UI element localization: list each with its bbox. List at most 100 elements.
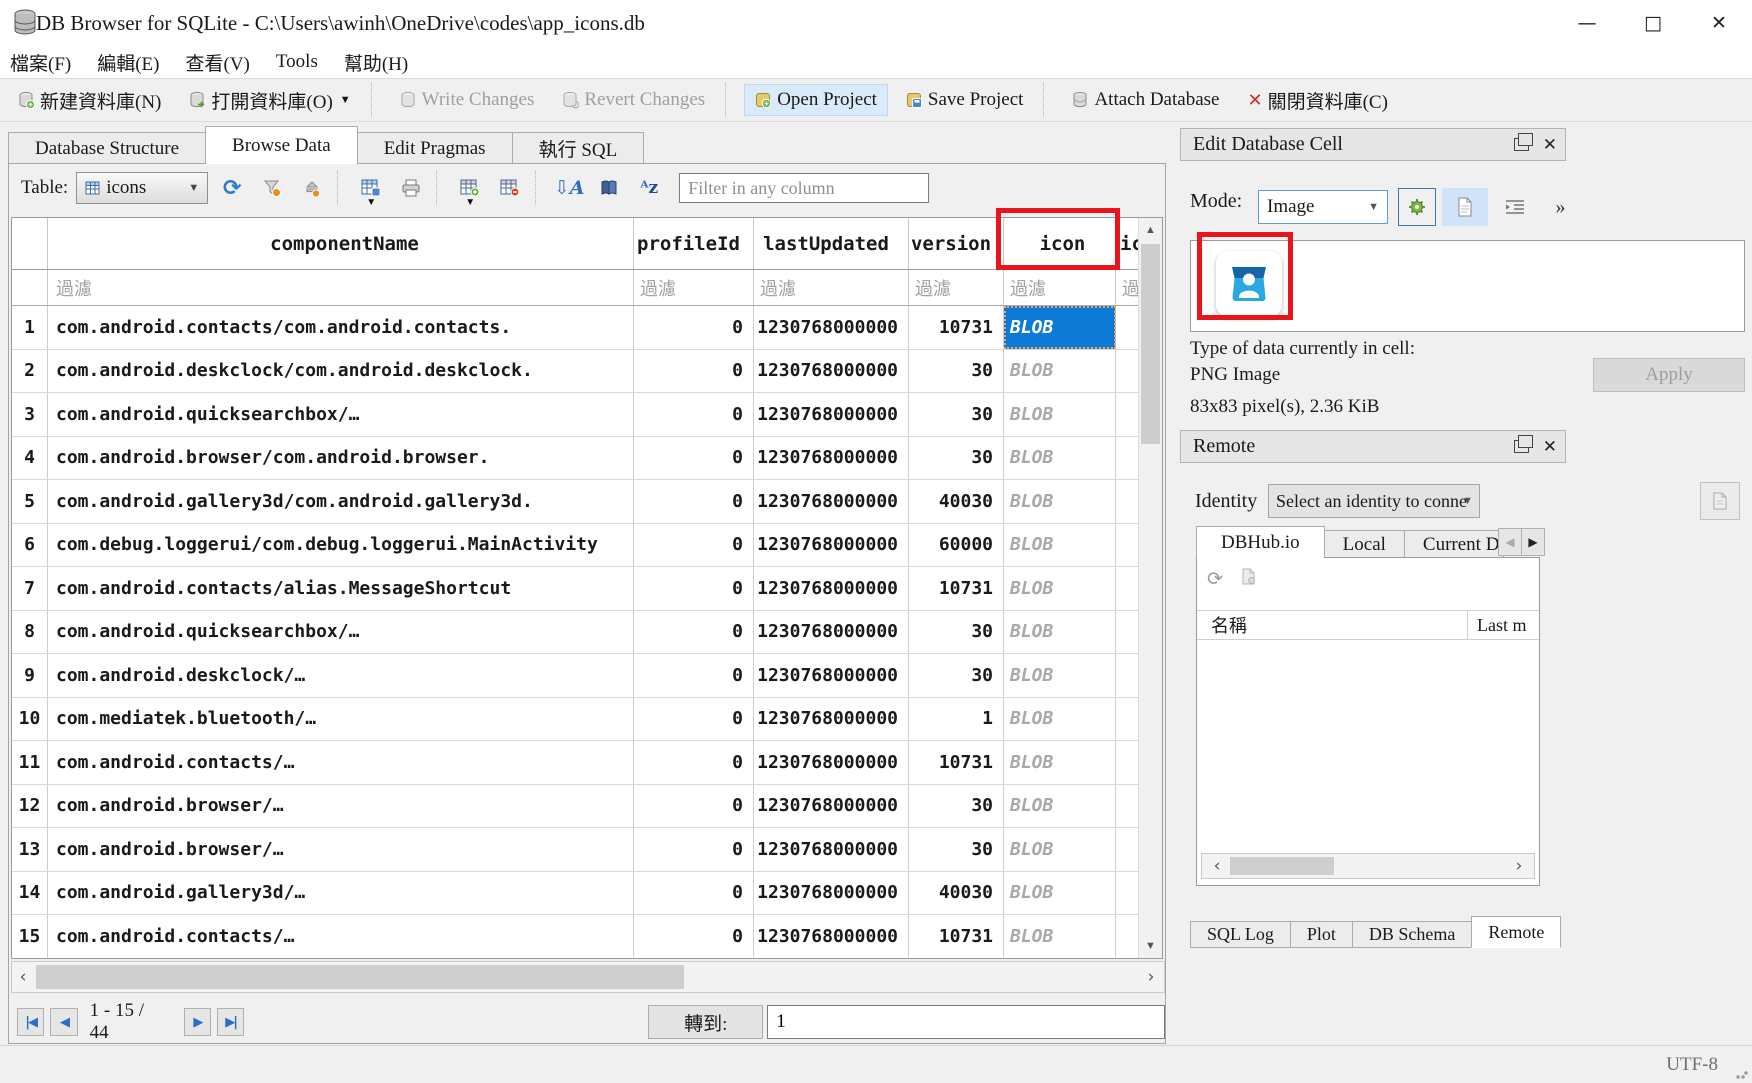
cell-version[interactable]: 30 <box>909 654 1004 697</box>
row-number[interactable]: 15 <box>12 915 48 958</box>
cell-componentName[interactable]: com.android.deskclock/com.android.deskcl… <box>48 350 634 393</box>
table-row[interactable]: 10com.mediatek.bluetooth/…01230768000000… <box>12 698 1138 742</box>
cell-lastUpdated[interactable]: 1230768000000 <box>754 785 909 828</box>
revert-changes-button[interactable]: Revert Changes <box>552 85 715 115</box>
row-number[interactable]: 7 <box>12 567 48 610</box>
row-number[interactable]: 11 <box>12 741 48 784</box>
tab-browse-data[interactable]: Browse Data <box>205 126 358 164</box>
cell-componentName[interactable]: com.android.gallery3d/com.android.galler… <box>48 480 634 523</box>
filter-cell-profileId[interactable]: 過濾 <box>634 270 754 305</box>
new-database-button[interactable]: 新建資料庫(N) <box>8 83 171 118</box>
first-page-button[interactable]: |◀ <box>17 1008 44 1036</box>
row-number[interactable]: 12 <box>12 785 48 828</box>
cell-icon-blob[interactable]: BLOB <box>1004 306 1116 349</box>
cell-partial[interactable] <box>1116 611 1138 654</box>
cell-profileId[interactable]: 0 <box>634 915 754 958</box>
vertical-scrollbar-thumb[interactable] <box>1141 244 1160 444</box>
chevron-down-icon[interactable]: ▼ <box>465 197 475 208</box>
row-number[interactable]: 9 <box>12 654 48 697</box>
goto-record-input[interactable] <box>767 1005 1165 1039</box>
table-row[interactable]: 11com.android.contacts/…0123076800000010… <box>12 741 1138 785</box>
table-row[interactable]: 8com.android.quicksearchbox/…01230768000… <box>12 611 1138 655</box>
scroll-left-icon[interactable]: ‹ <box>1206 856 1228 876</box>
row-number[interactable]: 5 <box>12 480 48 523</box>
dock-tab-db-schema[interactable]: DB Schema <box>1352 921 1472 948</box>
identity-settings-button[interactable] <box>1700 482 1740 520</box>
scroll-left-icon[interactable]: ‹ <box>12 967 34 987</box>
cell-profileId[interactable]: 0 <box>634 306 754 349</box>
tab-edit-pragmas[interactable]: Edit Pragmas <box>357 132 513 164</box>
cell-componentName[interactable]: com.android.quicksearchbox/… <box>48 393 634 436</box>
horizontal-scrollbar-thumb[interactable] <box>36 965 684 989</box>
remote-horizontal-scrollbar[interactable]: ‹ › <box>1201 853 1535 879</box>
cell-componentName[interactable]: com.mediatek.bluetooth/… <box>48 698 634 741</box>
tab-scroll-left-icon[interactable]: ◀ <box>1498 528 1522 556</box>
column-header-lastUpdated[interactable]: lastUpdated <box>754 218 909 269</box>
cell-version[interactable]: 30 <box>909 785 1004 828</box>
next-page-button[interactable]: ▶ <box>184 1008 211 1036</box>
word-wrap-button[interactable] <box>1496 188 1534 226</box>
delete-record-button[interactable] <box>494 172 526 204</box>
table-row[interactable]: 1com.android.contacts/com.android.contac… <box>12 306 1138 350</box>
cell-lastUpdated[interactable]: 1230768000000 <box>754 654 909 697</box>
mode-select[interactable]: Image ▼ <box>1258 190 1388 224</box>
float-dock-icon[interactable] <box>1514 138 1529 151</box>
cell-version[interactable]: 10731 <box>909 567 1004 610</box>
minimize-button[interactable]: — <box>1554 0 1620 46</box>
attach-database-button[interactable]: Attach Database <box>1062 85 1229 115</box>
cell-partial[interactable] <box>1116 785 1138 828</box>
more-tools-chevron[interactable]: » <box>1540 188 1578 226</box>
cell-componentName[interactable]: com.debug.loggerui/com.debug.loggerui.Ma… <box>48 524 634 567</box>
cell-icon-blob[interactable]: BLOB <box>1004 741 1116 784</box>
cell-profileId[interactable]: 0 <box>634 828 754 871</box>
cell-icon-blob[interactable]: BLOB <box>1004 524 1116 567</box>
cell-icon-blob[interactable]: BLOB <box>1004 350 1116 393</box>
scroll-up-icon[interactable]: ▲ <box>1139 218 1162 242</box>
cell-componentName[interactable]: com.android.quicksearchbox/… <box>48 611 634 654</box>
cell-icon-blob[interactable]: BLOB <box>1004 567 1116 610</box>
table-selector[interactable]: icons ▼ <box>76 172 208 204</box>
menu-help[interactable]: 幫助(H) <box>344 47 420 78</box>
row-number[interactable]: 2 <box>12 350 48 393</box>
clear-sort-button[interactable] <box>296 172 328 204</box>
cell-profileId[interactable]: 0 <box>634 393 754 436</box>
cell-version[interactable]: 10731 <box>909 306 1004 349</box>
cell-icon-blob[interactable]: BLOB <box>1004 785 1116 828</box>
cell-version[interactable]: 30 <box>909 437 1004 480</box>
export-table-button[interactable]: ▼ <box>355 172 387 204</box>
cell-lastUpdated[interactable]: 1230768000000 <box>754 741 909 784</box>
cell-partial[interactable] <box>1116 393 1138 436</box>
scroll-down-icon[interactable]: ▼ <box>1139 934 1162 958</box>
remote-column-last-modified[interactable]: Last m <box>1477 615 1527 636</box>
cell-lastUpdated[interactable]: 1230768000000 <box>754 567 909 610</box>
horizontal-scrollbar[interactable]: ‹ › <box>11 961 1165 993</box>
upload-database-icon[interactable] <box>1241 568 1256 590</box>
remote-tab-current-database[interactable]: Current Dat <box>1404 530 1504 558</box>
row-number[interactable]: 4 <box>12 437 48 480</box>
cell-lastUpdated[interactable]: 1230768000000 <box>754 306 909 349</box>
vertical-scrollbar[interactable]: ▲ ▼ <box>1138 218 1162 958</box>
table-row[interactable]: 13com.android.browser/…0123076800000030B… <box>12 828 1138 872</box>
cell-version[interactable]: 30 <box>909 611 1004 654</box>
cell-lastUpdated[interactable]: 1230768000000 <box>754 915 909 958</box>
cell-lastUpdated[interactable]: 1230768000000 <box>754 480 909 523</box>
table-row[interactable]: 2com.android.deskclock/com.android.deskc… <box>12 350 1138 394</box>
encoding-label[interactable]: UTF-8 <box>1666 1054 1718 1076</box>
cell-componentName[interactable]: com.android.contacts/com.android.contact… <box>48 306 634 349</box>
cell-profileId[interactable]: 0 <box>634 480 754 523</box>
filter-cell-version[interactable]: 過濾 <box>909 270 1004 305</box>
table-row[interactable]: 9com.android.deskclock/…0123076800000030… <box>12 654 1138 698</box>
column-header-componentName[interactable]: componentName <box>48 218 634 269</box>
table-row[interactable]: 7com.android.contacts/alias.MessageShort… <box>12 567 1138 611</box>
cell-lastUpdated[interactable]: 1230768000000 <box>754 698 909 741</box>
tab-execute-sql[interactable]: 執行 SQL <box>512 132 645 164</box>
cell-icon-blob[interactable]: BLOB <box>1004 654 1116 697</box>
filter-cell-icon[interactable]: 過濾 <box>1004 270 1116 305</box>
cell-icon-blob[interactable]: BLOB <box>1004 611 1116 654</box>
cell-icon-blob[interactable]: BLOB <box>1004 915 1116 958</box>
table-row[interactable]: 5com.android.gallery3d/com.android.galle… <box>12 480 1138 524</box>
identity-select[interactable]: Select an identity to conne ▼ <box>1268 484 1480 518</box>
cell-profileId[interactable]: 0 <box>634 567 754 610</box>
open-database-dropdown-icon[interactable]: ▼ <box>340 94 351 106</box>
cell-icon-blob[interactable]: BLOB <box>1004 393 1116 436</box>
